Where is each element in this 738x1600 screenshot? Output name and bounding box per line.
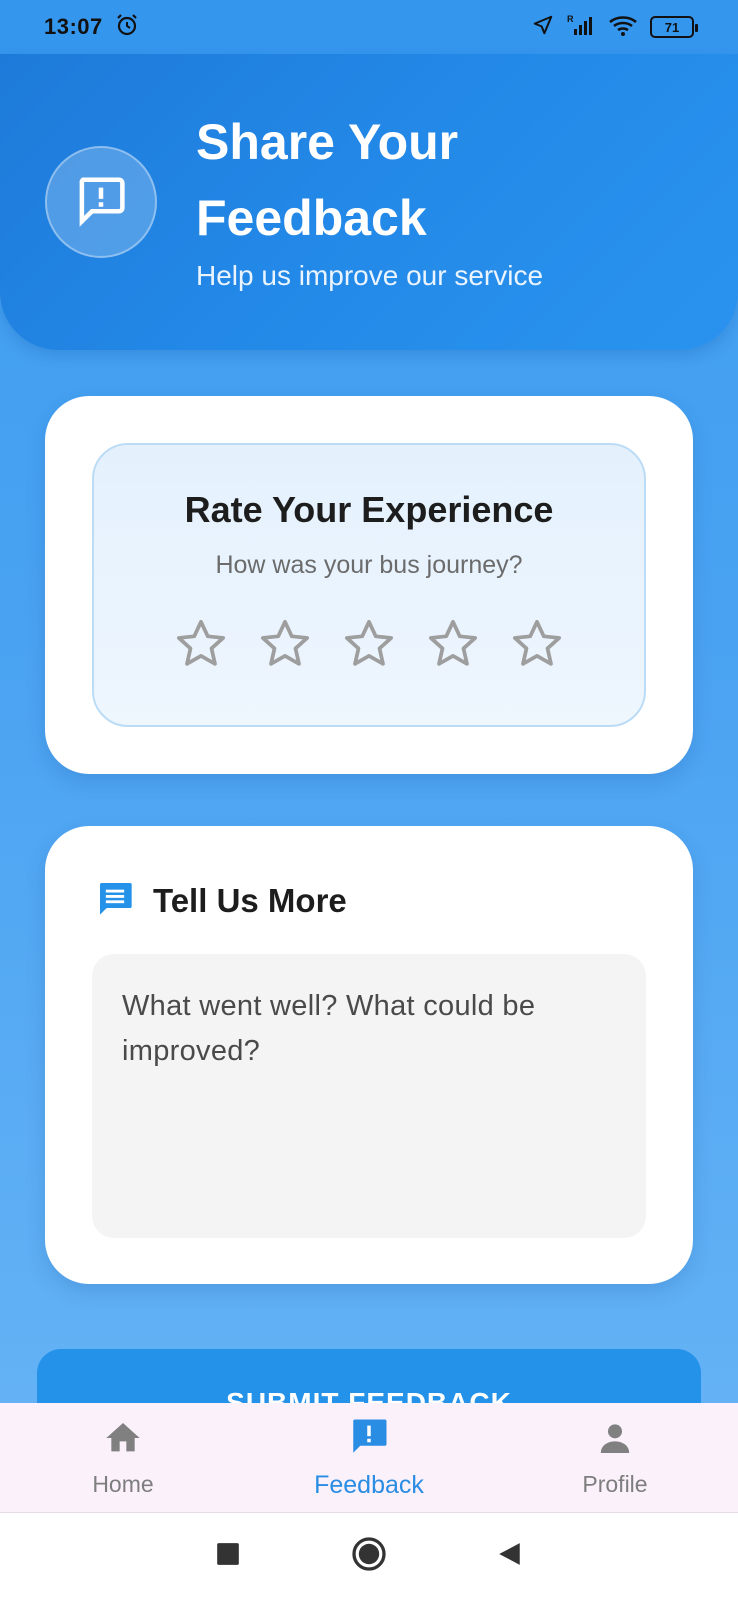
page-title: Share Your Feedback [196, 114, 459, 246]
rating-card: Rate Your Experience How was your bus jo… [45, 396, 693, 774]
status-bar: 13:07 R 71 [0, 0, 738, 54]
rating-panel: Rate Your Experience How was your bus jo… [92, 443, 646, 727]
comment-header: Tell Us More [95, 878, 347, 923]
star-icon-4[interactable] [425, 616, 481, 672]
feedback-icon [348, 1416, 390, 1463]
battery-icon: 71 [650, 16, 698, 38]
nav-item-feedback[interactable]: Feedback [269, 1416, 469, 1500]
message-icon [95, 878, 135, 923]
header: Share Your Feedback Help us improve our … [0, 54, 738, 350]
person-icon [595, 1418, 635, 1463]
comment-title: Tell Us More [153, 881, 347, 919]
nav-label-home: Home [92, 1470, 154, 1497]
rating-title: Rate Your Experience [184, 489, 554, 530]
nav-item-profile[interactable]: Profile [515, 1418, 715, 1498]
status-time: 13:07 [44, 14, 103, 39]
star-rating [94, 616, 644, 672]
star-icon-1[interactable] [173, 616, 229, 672]
nav-item-home[interactable]: Home [23, 1418, 223, 1498]
star-icon-5[interactable] [509, 616, 565, 672]
star-icon-3[interactable] [341, 616, 397, 672]
star-icon-2[interactable] [257, 616, 313, 672]
alarm-icon [115, 13, 139, 42]
system-nav-bar [0, 1513, 738, 1600]
header-icon-circle [45, 146, 157, 258]
comment-card: Tell Us More What went well? What could … [45, 826, 693, 1284]
feedback-icon [74, 173, 128, 232]
nav-label-feedback: Feedback [314, 1470, 424, 1499]
status-left: 13:07 [44, 13, 139, 42]
home-button[interactable] [351, 1536, 387, 1577]
recents-button[interactable] [215, 1541, 241, 1572]
svg-text:R: R [567, 14, 574, 24]
page-subtitle: Help us improve our service [196, 260, 544, 291]
signal-icon: R [566, 13, 596, 42]
nav-label-profile: Profile [582, 1470, 648, 1497]
back-button[interactable] [497, 1541, 523, 1572]
feedback-textarea[interactable]: What went well? What could be improved? [92, 954, 646, 1238]
home-icon [103, 1418, 143, 1463]
wifi-icon [608, 13, 638, 42]
status-right: R 71 [532, 13, 698, 42]
rating-subtitle: How was your bus journey? [215, 551, 523, 579]
location-icon [532, 14, 554, 41]
bottom-nav: Home Feedback Profile [0, 1403, 738, 1513]
